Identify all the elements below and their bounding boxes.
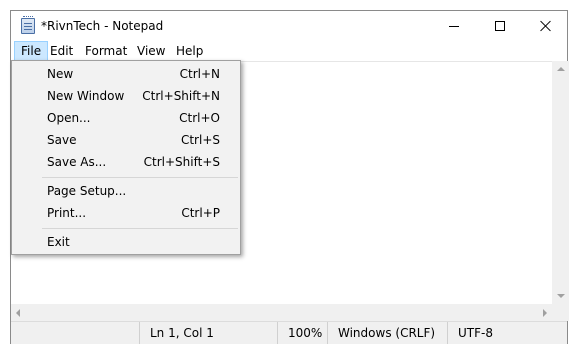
vertical-scrollbar[interactable] — [552, 61, 569, 304]
minimize-button[interactable] — [431, 11, 477, 41]
menu-edit[interactable]: Edit — [44, 41, 79, 61]
zoom-level: 100% — [277, 322, 327, 344]
menu-item-label: Save — [47, 133, 77, 147]
menu-item-new[interactable]: New Ctrl+N — [14, 63, 238, 85]
menu-item-label: Save As... — [47, 155, 107, 169]
menu-item-save[interactable]: Save Ctrl+S — [14, 129, 238, 151]
scroll-right-icon[interactable] — [543, 309, 547, 317]
menu-item-label: Exit — [47, 235, 70, 249]
menu-item-shortcut: Ctrl+P — [181, 206, 220, 220]
menu-separator — [42, 228, 238, 229]
menu-item-shortcut: Ctrl+Shift+N — [142, 89, 220, 103]
menu-help[interactable]: Help — [170, 41, 209, 61]
menu-item-label: New Window — [47, 89, 125, 103]
file-menu-dropdown: New Ctrl+N New Window Ctrl+Shift+N Open.… — [11, 60, 241, 255]
menu-item-print[interactable]: Print... Ctrl+P — [14, 202, 238, 224]
cursor-position: Ln 1, Col 1 — [139, 322, 277, 344]
menu-item-shortcut: Ctrl+N — [179, 67, 220, 81]
window-title: *RivnTech - Notepad — [41, 19, 164, 33]
menu-view[interactable]: View — [131, 41, 171, 61]
scrollbar-corner — [552, 304, 569, 321]
minimize-icon — [449, 25, 459, 27]
close-icon — [540, 20, 552, 32]
menu-format[interactable]: Format — [79, 41, 133, 61]
notepad-icon — [21, 16, 35, 34]
menu-item-shortcut: Ctrl+S — [180, 133, 220, 147]
menu-item-new-window[interactable]: New Window Ctrl+Shift+N — [14, 85, 238, 107]
scroll-down-icon[interactable] — [557, 294, 565, 298]
menu-item-page-setup[interactable]: Page Setup... — [14, 180, 238, 202]
maximize-button[interactable] — [477, 11, 523, 41]
menu-item-shortcut: Ctrl+O — [179, 111, 220, 125]
menu-item-label: Print... — [47, 206, 87, 220]
menu-item-exit[interactable]: Exit — [14, 231, 238, 253]
menu-item-label: New — [47, 67, 74, 81]
status-bar: Ln 1, Col 1 100% Windows (CRLF) UTF-8 — [11, 321, 567, 344]
menu-item-shortcut: Ctrl+Shift+S — [143, 155, 220, 169]
encoding: UTF-8 — [447, 322, 569, 344]
menu-file[interactable]: File — [14, 41, 49, 61]
menu-item-open[interactable]: Open... Ctrl+O — [14, 107, 238, 129]
maximize-icon — [495, 21, 505, 31]
line-ending: Windows (CRLF) — [327, 322, 447, 344]
scroll-up-icon[interactable] — [557, 67, 565, 71]
menu-item-save-as[interactable]: Save As... Ctrl+Shift+S — [14, 151, 238, 173]
menu-separator — [42, 177, 238, 178]
menu-bar: File Edit Format View Help — [11, 41, 567, 61]
title-bar[interactable]: *RivnTech - Notepad — [11, 11, 567, 41]
menu-item-label: Page Setup... — [47, 184, 127, 198]
menu-item-label: Open... — [47, 111, 91, 125]
scroll-left-icon[interactable] — [16, 309, 20, 317]
horizontal-scrollbar[interactable] — [11, 304, 552, 321]
close-button[interactable] — [523, 11, 569, 41]
